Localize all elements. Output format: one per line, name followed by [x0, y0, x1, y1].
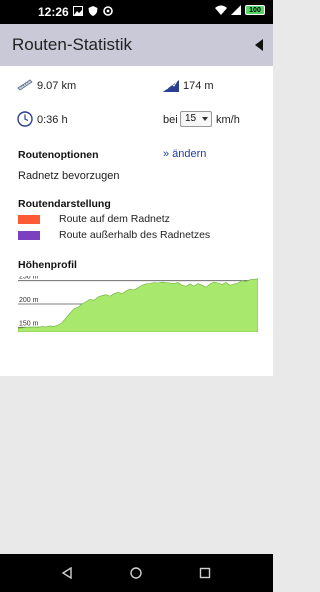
legend-swatch-radnetz: [18, 215, 40, 224]
elevation-chart: 250 m 200 m 150 m: [18, 276, 258, 332]
change-options-link[interactable]: » ändern: [163, 148, 206, 160]
legend-label-outside: Route außerhalb des Radnetzes: [59, 229, 211, 241]
y-tick-label: 200 m: [19, 297, 39, 304]
route-options-title: Routenoptionen: [18, 149, 99, 161]
speed-prefix: bei: [163, 114, 178, 126]
image-icon: [73, 6, 83, 16]
elevation-area: [18, 278, 258, 332]
signal-icon: [231, 5, 241, 15]
speed-select-value: 15: [185, 113, 197, 124]
battery-level: 100: [249, 6, 261, 14]
page-title: Routen-Statistik: [12, 35, 132, 54]
back-arrow-icon[interactable]: [255, 39, 263, 51]
clock-icon: [17, 111, 33, 127]
chevron-down-icon: [202, 117, 208, 121]
elevation-icon: [163, 80, 179, 92]
ruler-icon: [17, 79, 33, 91]
nav-home-icon[interactable]: [130, 567, 142, 579]
status-bar: 12:26 100: [0, 0, 273, 24]
duration-value: 0:36 h: [37, 114, 68, 126]
speed-unit: km/h: [216, 114, 240, 126]
wifi-icon: [215, 5, 227, 15]
legend-label-radnetz: Route auf dem Radnetz: [59, 213, 170, 225]
route-display-title: Routendarstellung: [18, 198, 111, 210]
elevation-value: 174 m: [183, 80, 214, 92]
distance-value: 9.07 km: [37, 80, 77, 92]
legend-swatch-outside: [18, 231, 40, 240]
y-tick-label: 250 m: [19, 276, 39, 281]
speed-select[interactable]: 15: [180, 111, 212, 127]
app-header: Routen-Statistik: [0, 24, 273, 66]
statistics-panel: 9.07 km 174 m 0:36 h bei 15 km/h Routeno…: [0, 66, 273, 376]
sync-icon: [103, 6, 113, 16]
nav-recents-icon[interactable]: [199, 567, 211, 579]
battery-icon: 100: [245, 5, 265, 15]
nav-back-icon[interactable]: [61, 567, 73, 579]
elevation-profile-title: Höhenprofil: [18, 259, 77, 271]
route-options-value: Radnetz bevorzugen: [18, 170, 120, 182]
shield-icon: [88, 6, 98, 16]
y-tick-label: 150 m: [19, 320, 39, 327]
status-time: 12:26: [38, 5, 69, 19]
system-nav-bar: [0, 554, 273, 592]
